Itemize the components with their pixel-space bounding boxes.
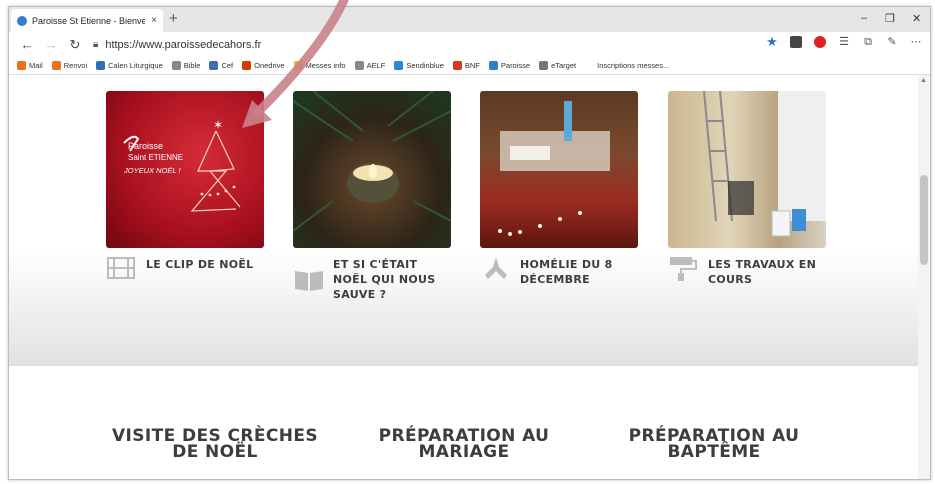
- extension-icon[interactable]: [790, 36, 802, 48]
- favorite-item[interactable]: Sendinblue: [394, 61, 444, 70]
- favorite-item[interactable]: Mail: [17, 61, 43, 70]
- back-icon[interactable]: ←: [15, 37, 39, 52]
- card-title[interactable]: LE CLIP DE NOËL: [146, 255, 253, 281]
- favorite-item-icon: [585, 61, 595, 70]
- works-thumbnail[interactable]: [668, 91, 826, 248]
- card-title[interactable]: ET SI C'ÉTAIT NOËL QUI NOUS SAUVE ?: [333, 255, 451, 302]
- praying-hands-icon: [485, 257, 507, 279]
- scroll-up-arrow-icon[interactable]: ▲: [920, 77, 927, 84]
- favorite-item-label: Calen Liturgique: [108, 61, 163, 70]
- favorite-item[interactable]: Renvoi: [51, 61, 88, 70]
- favorites-list-icon[interactable]: ☰: [838, 36, 850, 48]
- refresh-icon[interactable]: ↻: [63, 37, 87, 53]
- card-title[interactable]: HOMÉLIE DU 8 DÉCEMBRE: [520, 255, 638, 287]
- section-divider: [9, 365, 920, 366]
- new-tab-button[interactable]: +: [169, 10, 178, 27]
- favorite-item[interactable]: Calen Liturgique: [96, 61, 163, 70]
- pen-extension-icon[interactable]: ✎: [886, 36, 898, 48]
- maximize-button[interactable]: ❐: [885, 12, 895, 25]
- favorite-item-icon: [452, 61, 462, 70]
- thumb-text-saint-etienne: Saint ETIENNE: [128, 153, 183, 162]
- favorite-item[interactable]: Messes info: [293, 61, 346, 70]
- paint-roller-icon: [670, 257, 697, 281]
- close-window-button[interactable]: ✕: [912, 12, 921, 25]
- favorite-item-label: Messes info: [305, 61, 346, 70]
- favorite-item-icon: [171, 61, 181, 70]
- favorite-item[interactable]: Paroisse: [488, 61, 531, 70]
- favorite-item-label: Mail: [29, 61, 43, 70]
- thumb-text-paroisse: Paroisse: [128, 141, 163, 151]
- favorite-item[interactable]: Onedrive: [242, 61, 285, 70]
- favorite-item-icon: [242, 61, 252, 70]
- favorite-item-label: Onedrive: [254, 61, 285, 70]
- card-noel-sauve[interactable]: ET SI C'ÉTAIT NOËL QUI NOUS SAUVE ?: [293, 91, 451, 302]
- favorite-item-label: Sendinblue: [406, 61, 444, 70]
- thumb-text-joyeux-noel: JOYEUX NOËL !: [123, 166, 181, 175]
- section-title-bapteme[interactable]: PRÉPARATION AU BAPTÊME: [604, 428, 824, 461]
- favorite-item-icon: [17, 61, 26, 70]
- favorites-bar: Mail Renvoi Calen Liturgique Bible Cef Onedri…: [9, 57, 930, 75]
- favorite-item-label: AELF: [366, 61, 386, 70]
- favorite-item-icon: [394, 61, 404, 70]
- card-travaux[interactable]: LES TRAVAUX EN COURS: [668, 91, 826, 287]
- favorite-item[interactable]: BNF: [452, 61, 480, 70]
- section-title-creches[interactable]: VISITE DES CRÈCHES DE NOËL: [105, 428, 325, 461]
- tab-strip: Paroisse St Etienne - Bienvenue × + – ❐ …: [9, 7, 930, 32]
- film-icon: [107, 257, 135, 279]
- page-content: ✶ Paroisse Saint ETIENNE JOYEUX NOËL ! L…: [9, 75, 920, 479]
- favorite-item[interactable]: AELF: [354, 61, 386, 70]
- clip-noel-thumbnail[interactable]: ✶ Paroisse Saint ETIENNE JOYEUX NOËL !: [106, 91, 264, 248]
- favorite-item-icon: [354, 61, 364, 70]
- card-homelie[interactable]: HOMÉLIE DU 8 DÉCEMBRE: [480, 91, 638, 287]
- favorite-star-icon[interactable]: ★: [766, 35, 778, 48]
- book-icon: [295, 271, 323, 291]
- tab-close-icon[interactable]: ×: [151, 15, 157, 26]
- favorite-item-label: eTarget: [551, 61, 577, 70]
- scrollbar-thumb[interactable]: [920, 175, 928, 265]
- favorite-item-label: Renvoi: [63, 61, 88, 70]
- favorite-item-icon: [51, 61, 61, 70]
- card-clip-noel[interactable]: ✶ Paroisse Saint ETIENNE JOYEUX NOËL ! L…: [106, 91, 264, 281]
- favorite-item[interactable]: Inscriptions messes...: [585, 61, 669, 70]
- card-title[interactable]: LES TRAVAUX EN COURS: [708, 255, 826, 287]
- section-title-mariage[interactable]: PRÉPARATION AU MARIAGE: [354, 428, 574, 461]
- browser-window: Paroisse St Etienne - Bienvenue × + – ❐ …: [8, 6, 931, 480]
- favorite-item[interactable]: Bible: [171, 61, 201, 70]
- svg-text:✶: ✶: [213, 118, 223, 132]
- favorite-item-label: Bible: [183, 61, 201, 70]
- candle-thumbnail[interactable]: [293, 91, 451, 248]
- favorite-item-icon: [539, 61, 549, 70]
- favorite-item-icon: [209, 61, 219, 70]
- favorite-item-label: BNF: [464, 61, 480, 70]
- more-menu-icon[interactable]: ⋯: [910, 36, 922, 48]
- favorite-item-icon: [293, 61, 303, 70]
- forward-icon[interactable]: →: [39, 37, 63, 52]
- minimize-button[interactable]: –: [861, 12, 867, 24]
- favorite-item-label: Cef: [221, 61, 234, 70]
- tab-paroisse[interactable]: Paroisse St Etienne - Bienvenue ×: [11, 9, 163, 32]
- church-thumbnail[interactable]: [480, 91, 638, 248]
- favorite-item[interactable]: Cef: [209, 61, 233, 70]
- tab-title: Paroisse St Etienne - Bienvenue: [32, 15, 145, 26]
- lock-icon[interactable]: 🔒︎: [93, 39, 98, 50]
- site-favicon-icon: [17, 15, 27, 26]
- vertical-scrollbar[interactable]: ▲: [918, 75, 930, 479]
- navigation-bar: ← → ↻ 🔒︎ https://www.paroissedecahors.fr…: [9, 32, 930, 57]
- collections-icon[interactable]: ⧉: [862, 36, 874, 48]
- favorite-item-label: Inscriptions messes...: [597, 61, 670, 70]
- favorite-item-icon: [488, 61, 498, 70]
- address-bar[interactable]: https://www.paroissedecahors.fr: [105, 39, 261, 51]
- favorite-item-icon: [96, 61, 106, 70]
- favorite-item-label: Paroisse: [500, 61, 531, 70]
- adblock-extension-icon[interactable]: [814, 36, 826, 48]
- favorite-item[interactable]: eTarget: [539, 61, 576, 70]
